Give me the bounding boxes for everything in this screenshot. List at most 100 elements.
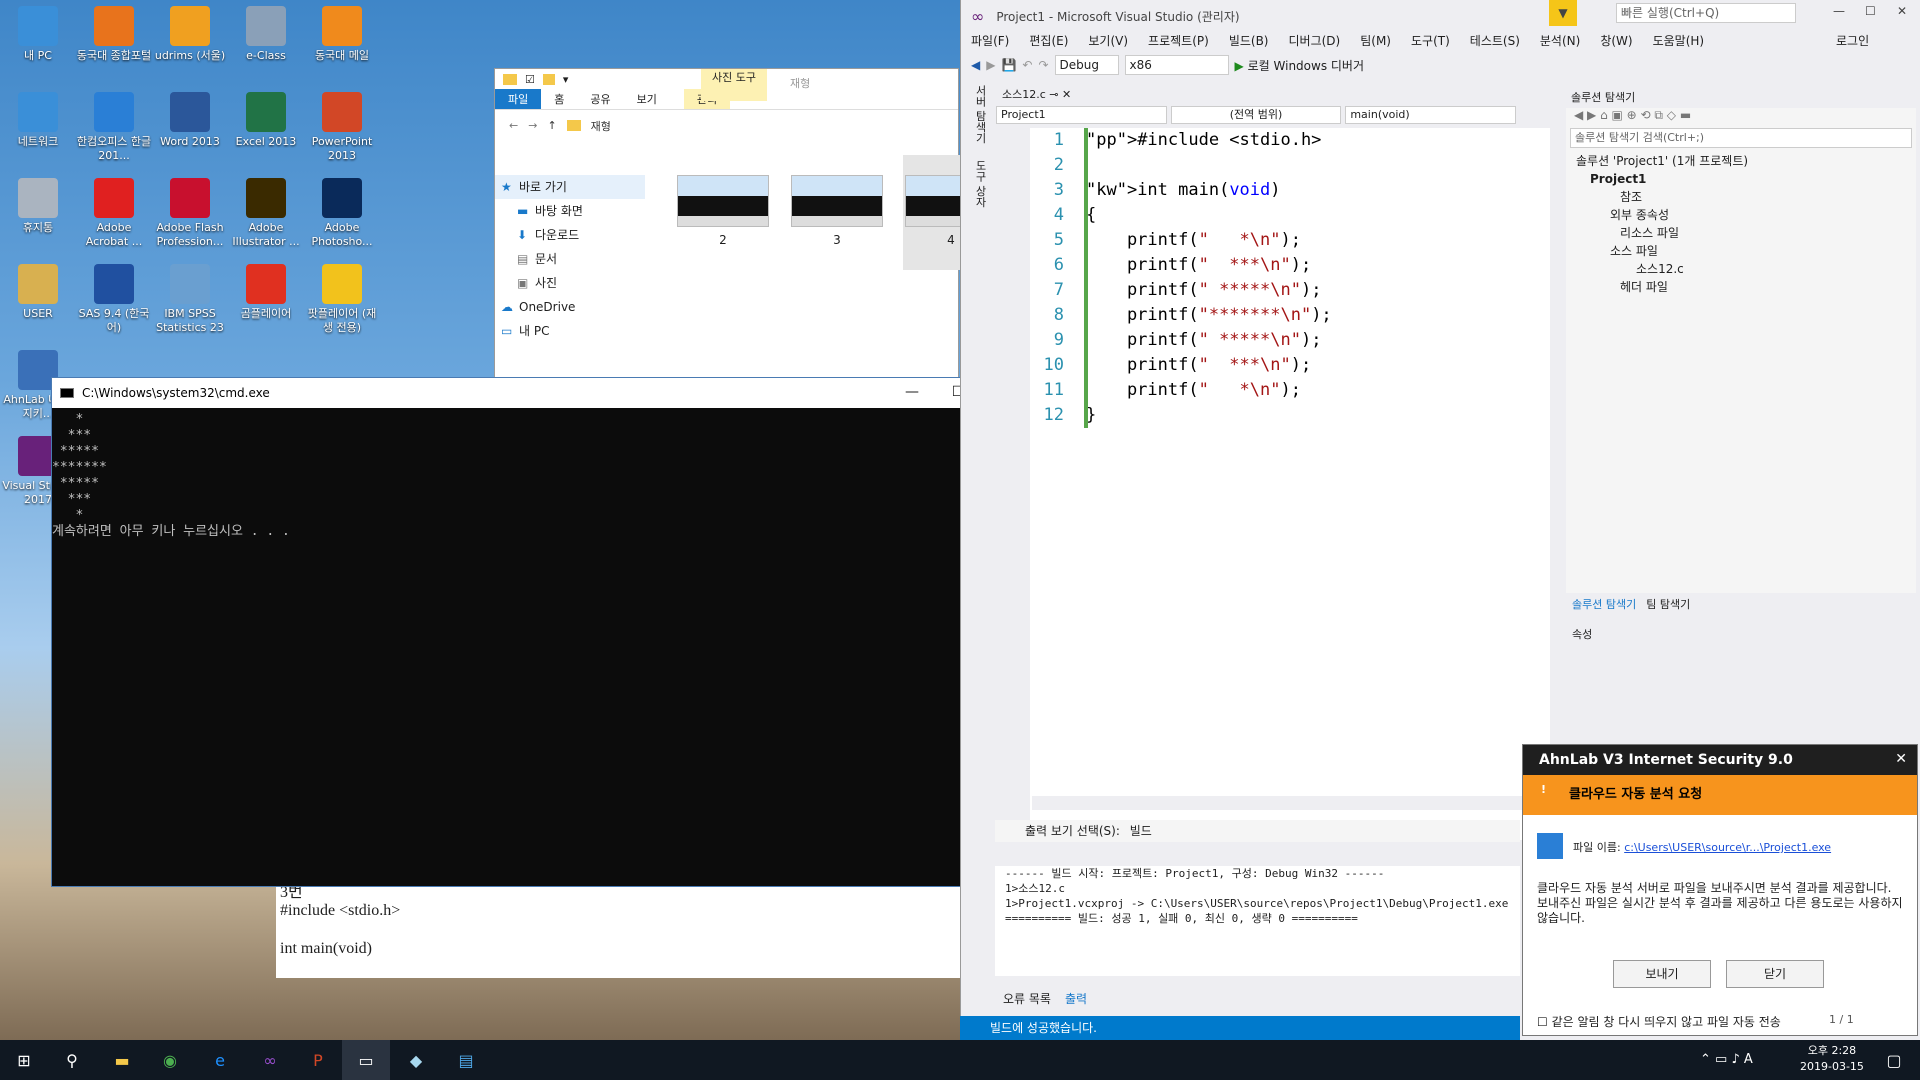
clock[interactable]: 오후 2:28 2019-03-15: [1800, 1043, 1864, 1075]
menu-item[interactable]: 창(W): [1590, 32, 1642, 52]
tab-team-explorer[interactable]: 팀 탐색기: [1646, 596, 1690, 614]
tab-home[interactable]: 홈: [541, 89, 577, 109]
desktop-icon[interactable]: 휴지통: [0, 178, 76, 235]
tab-view[interactable]: 보기: [624, 89, 670, 109]
solution-search[interactable]: 솔루션 탐색기 검색(Ctrl+;): [1570, 128, 1912, 148]
tree-item[interactable]: 소스12.c: [1566, 260, 1916, 278]
desktop-icon[interactable]: Adobe Flash Profession...: [152, 178, 228, 249]
forward-icon[interactable]: →: [528, 119, 537, 132]
desktop-icon[interactable]: USER: [0, 264, 76, 321]
desktop-icon[interactable]: Adobe Illustrator ...: [228, 178, 304, 249]
file-thumb[interactable]: 2: [675, 165, 771, 270]
auto-send-checkbox[interactable]: ☐ 같은 알림 창 다시 띄우지 않고 파일 자동 전송: [1537, 1013, 1781, 1030]
menu-item[interactable]: 도구(T): [1401, 32, 1460, 52]
desktop-icon[interactable]: 곰플레이어: [228, 264, 304, 321]
nav-this-pc[interactable]: ▭ 내 PC: [495, 319, 645, 343]
search-icon[interactable]: ⚲: [48, 1040, 96, 1080]
menu-item[interactable]: 보기(V): [1078, 32, 1138, 52]
config-select[interactable]: Debug: [1054, 55, 1119, 75]
menu-item[interactable]: 도움말(H): [1643, 32, 1715, 52]
code-line[interactable]: 5 printf(" *\n");: [1030, 228, 1550, 253]
file-link[interactable]: c:\Users\USER\source\r...\Project1.exe: [1624, 841, 1831, 854]
redo-icon[interactable]: ↷: [1038, 58, 1048, 72]
quick-launch[interactable]: 빠른 실행(Ctrl+Q): [1616, 3, 1796, 23]
desktop-icon[interactable]: Word 2013: [152, 92, 228, 149]
code-line[interactable]: 3 "kw">int main(void): [1030, 178, 1550, 203]
scope-combo[interactable]: (전역 범위): [1170, 106, 1342, 124]
code-line[interactable]: 4{: [1030, 203, 1550, 228]
desktop-icon[interactable]: 네트워크: [0, 92, 76, 149]
desktop-icon[interactable]: 동국대 메일: [304, 6, 380, 63]
code-line[interactable]: 2: [1030, 153, 1550, 178]
tab-error-list[interactable]: 오류 목록: [1003, 990, 1051, 1010]
vs-titlebar[interactable]: ∞ Project1 - Microsoft Visual Studio (관리…: [961, 0, 1920, 32]
hangul-icon[interactable]: ▤: [442, 1040, 490, 1080]
back-icon[interactable]: ◀: [971, 58, 980, 72]
visual-studio-icon[interactable]: ∞: [246, 1040, 294, 1080]
maximize-icon[interactable]: ☐: [1865, 4, 1876, 18]
close-icon[interactable]: ✕: [1895, 751, 1907, 767]
nav-pictures[interactable]: ▣ 사진: [495, 271, 645, 295]
desktop-icon[interactable]: 팟플레이어 (재생 전용): [304, 264, 380, 335]
checkbox-icon[interactable]: ☑: [525, 73, 535, 86]
start-icon[interactable]: ⊞: [0, 1040, 48, 1080]
ie-icon[interactable]: e: [196, 1040, 244, 1080]
chrome-icon[interactable]: ◉: [146, 1040, 194, 1080]
code-line[interactable]: 6 printf(" ***\n");: [1030, 253, 1550, 278]
tree-item[interactable]: Project1: [1566, 170, 1916, 188]
desktop-icon[interactable]: Adobe Acrobat ...: [76, 178, 152, 249]
run-button[interactable]: ▶ 로컬 Windows 디버거: [1235, 57, 1364, 74]
app-icon[interactable]: ◆: [392, 1040, 440, 1080]
code-line[interactable]: 1 "pp">#include <stdio.h>: [1030, 128, 1550, 153]
chevron-down-icon[interactable]: ▾: [563, 73, 569, 86]
powerpoint-icon[interactable]: P: [294, 1040, 342, 1080]
function-combo[interactable]: main(void): [1345, 106, 1517, 124]
file-thumb[interactable]: 3: [789, 165, 885, 270]
tab-output[interactable]: 출력: [1065, 990, 1087, 1010]
menu-item[interactable]: 분석(N): [1530, 32, 1590, 52]
code-line[interactable]: 7 printf(" *****\n");: [1030, 278, 1550, 303]
desktop-icon[interactable]: Adobe Photosho...: [304, 178, 380, 249]
pin-icon[interactable]: ⊸: [1049, 88, 1058, 101]
code-line[interactable]: 10 printf(" ***\n");: [1030, 353, 1550, 378]
tree-item[interactable]: 헤더 파일: [1566, 278, 1916, 296]
desktop-icon[interactable]: e-Class: [228, 6, 304, 63]
send-button[interactable]: 보내기: [1613, 960, 1711, 988]
filter-icon[interactable]: ▼: [1549, 0, 1577, 26]
minimize-icon[interactable]: —: [1833, 4, 1845, 18]
tree-item[interactable]: 외부 종속성: [1566, 206, 1916, 224]
close-icon[interactable]: ✕: [1897, 4, 1907, 18]
desktop-icon[interactable]: udrims (서울): [152, 6, 228, 63]
platform-select[interactable]: x86: [1124, 55, 1229, 75]
menu-item[interactable]: 파일(F): [961, 32, 1019, 52]
cmd-window[interactable]: C:\Windows\system32\cmd.exe — ☐ ✕ * *** …: [51, 377, 1028, 887]
cmd-icon[interactable]: ▭: [342, 1040, 390, 1080]
forward-icon[interactable]: ▶: [986, 58, 995, 72]
code-editor[interactable]: 1 "pp">#include <stdio.h> 2 3 "kw">int main(…: [1030, 128, 1550, 840]
menu-item[interactable]: 팀(M): [1350, 32, 1401, 52]
menu-item[interactable]: 테스트(S): [1460, 32, 1530, 52]
tray-icons[interactable]: ⌃ ▭ ♪ A: [1700, 1052, 1753, 1067]
editor-hscroll[interactable]: [1032, 796, 1532, 810]
tab-solution-explorer[interactable]: 솔루션 탐색기: [1572, 596, 1636, 614]
output-source-select[interactable]: 빌드: [1130, 820, 1420, 842]
desktop-icon[interactable]: SAS 9.4 (한국어): [76, 264, 152, 335]
tab-share[interactable]: 공유: [577, 89, 623, 109]
code-line[interactable]: 8 printf("*******\n");: [1030, 303, 1550, 328]
desktop-icon[interactable]: 내 PC: [0, 6, 76, 63]
menu-item[interactable]: 프로젝트(P): [1138, 32, 1219, 52]
nav-quick-access[interactable]: ★ 바로 가기: [495, 175, 645, 199]
address-bar[interactable]: ← → ↑ 재형: [495, 109, 958, 141]
login-link[interactable]: 로그인: [1836, 32, 1869, 49]
save-icon[interactable]: 💾: [1001, 58, 1016, 72]
up-icon[interactable]: ↑: [547, 119, 556, 132]
desktop-icon[interactable]: IBM SPSS Statistics 23: [152, 264, 228, 335]
minimize-icon[interactable]: —: [889, 378, 935, 408]
desktop-icon[interactable]: 한컴오피스 한글 201...: [76, 92, 152, 163]
project-combo[interactable]: Project1: [996, 106, 1167, 124]
tab-file[interactable]: 파일: [495, 89, 542, 109]
tree-item[interactable]: 솔루션 'Project1' (1개 프로젝트): [1566, 152, 1916, 170]
menu-item[interactable]: 디버그(D): [1279, 32, 1351, 52]
explorer-icon[interactable]: ▬: [98, 1040, 146, 1080]
notification-icon[interactable]: ▢: [1870, 1040, 1918, 1080]
